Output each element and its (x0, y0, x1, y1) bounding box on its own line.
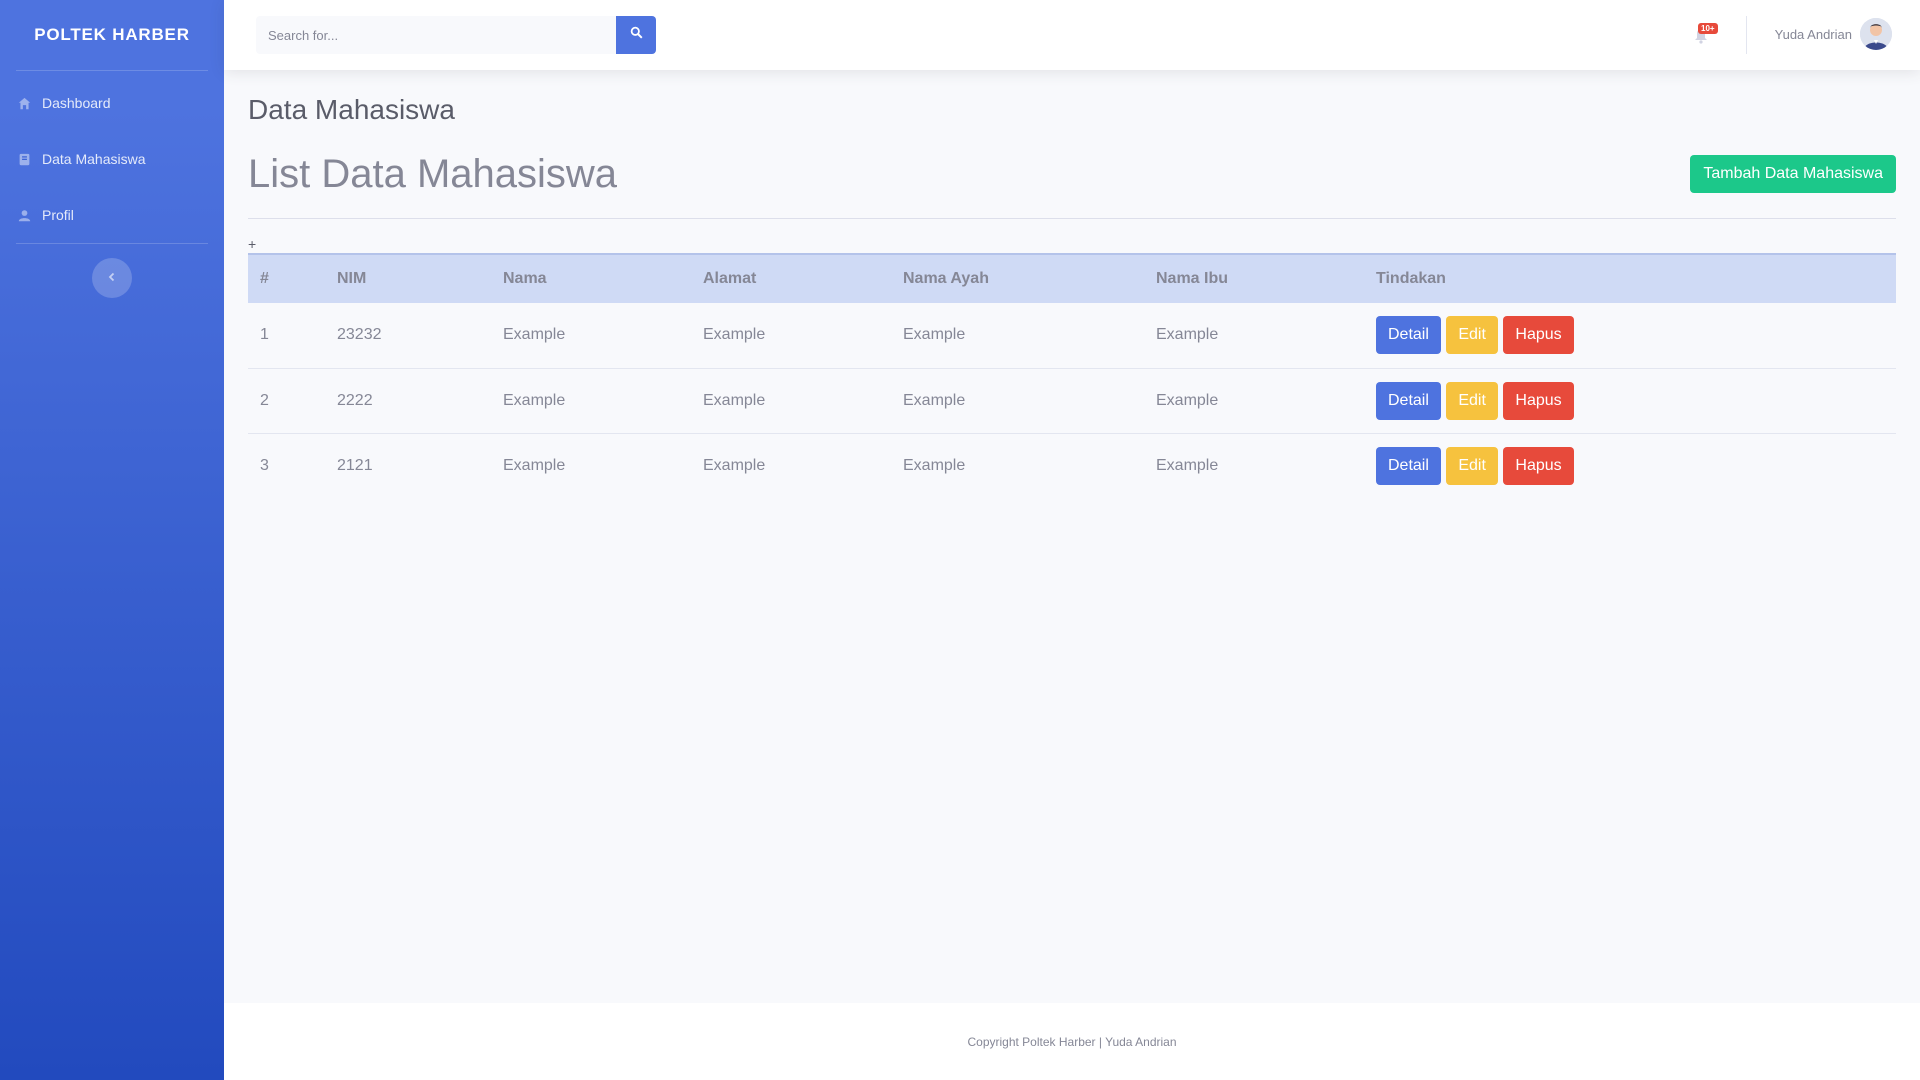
table-cell: Example (1144, 303, 1364, 369)
table-cell: 2 (248, 368, 325, 434)
search-icon (630, 26, 643, 44)
edit-button[interactable]: Edit (1446, 316, 1498, 355)
actions-cell: Detail Edit Hapus (1364, 303, 1896, 369)
user-name: Yuda Andrian (1774, 26, 1852, 42)
notification-badge: 10+ (1698, 23, 1718, 34)
topbar-divider (1746, 16, 1747, 54)
sidebar-item-profil[interactable]: Profil (0, 187, 224, 243)
actions-cell: Detail Edit Hapus (1364, 433, 1896, 498)
home-icon (18, 97, 31, 110)
table-cell: Example (903, 456, 966, 474)
edit-button[interactable]: Edit (1446, 446, 1498, 485)
sidebar: POLTEK HARBER Dashboard Data Mahasiswa P… (0, 0, 224, 1080)
add-mahasiswa-button[interactable]: Tambah Data Mahasiswa (1690, 155, 1896, 193)
sidebar-divider (16, 243, 208, 244)
sidebar-item-label: Profil (42, 207, 74, 223)
column-header: # (248, 253, 325, 303)
table-cell: 1 (248, 303, 325, 369)
sidebar-item-dashboard[interactable]: Dashboard (0, 75, 224, 131)
column-header: Nama Ayah (891, 253, 1144, 303)
avatar (1860, 18, 1892, 50)
list-title: List Data Mahasiswa (248, 151, 618, 196)
actions-cell: Detail Edit Hapus (1364, 368, 1896, 434)
plus-text: + (248, 236, 257, 252)
table-row: 1 23232 Example Example Example Example … (248, 303, 1896, 369)
table-cell: 2222 (325, 368, 491, 434)
table-cell: Example (491, 368, 691, 434)
table-row: 2 2222 Example Example Example Example D… (248, 368, 1896, 434)
brand-title[interactable]: POLTEK HARBER (0, 0, 224, 70)
table-cell: Example (503, 456, 566, 474)
column-header: Nama (491, 253, 691, 303)
table-cell: 23232 (325, 303, 491, 369)
search-form (256, 16, 656, 54)
page-title: Data Mahasiswa (248, 94, 455, 125)
search-input[interactable] (256, 16, 616, 54)
table-cell: 2121 (337, 456, 373, 474)
delete-button[interactable]: Hapus (1503, 446, 1574, 485)
book-icon (18, 153, 31, 166)
divider (248, 218, 1896, 219)
table-cell: Example (703, 456, 766, 474)
table-cell: Example (491, 303, 691, 369)
table-cell: Example (1144, 368, 1364, 434)
sidebar-toggle-button[interactable] (92, 258, 132, 298)
table-cell: Example (891, 368, 1144, 434)
column-header: Alamat (691, 253, 891, 303)
table-row: 3 2121 Example Example Example Example D… (248, 433, 1896, 498)
table-cell: Example (691, 368, 891, 434)
detail-button[interactable]: Detail (1376, 381, 1441, 420)
delete-button[interactable]: Hapus (1503, 316, 1574, 355)
search-button[interactable] (616, 16, 656, 54)
footer: Copyright Poltek Harber | Yuda Andrian (224, 1003, 1920, 1080)
table-cell: 3 (260, 456, 269, 474)
list-header: List Data Mahasiswa Tambah Data Mahasisw… (248, 148, 1896, 200)
chevron-left-icon (107, 269, 117, 287)
main-content: Data Mahasiswa List Data Mahasiswa Tamba… (248, 70, 1896, 498)
user-menu[interactable]: Yuda Andrian (1775, 18, 1892, 50)
column-header: Nama Ibu (1144, 253, 1364, 303)
sidebar-item-label: Dashboard (42, 95, 111, 111)
detail-button[interactable]: Detail (1376, 316, 1441, 355)
sidebar-divider (16, 70, 208, 71)
table-header-row: # NIM Nama Alamat Nama Ayah Nama Ibu Tin… (248, 253, 1896, 303)
column-header: Tindakan (1364, 253, 1896, 303)
sidebar-item-data-mahasiswa[interactable]: Data Mahasiswa (0, 131, 224, 187)
topbar: 10+ Yuda Andrian (224, 0, 1920, 70)
copyright-text: Copyright Poltek Harber | Yuda Andrian (967, 1034, 1177, 1049)
column-header: NIM (325, 253, 491, 303)
edit-button[interactable]: Edit (1446, 381, 1498, 420)
user-icon (18, 209, 31, 222)
table-cell: Example (691, 303, 891, 369)
mahasiswa-table: # NIM Nama Alamat Nama Ayah Nama Ibu Tin… (248, 253, 1896, 498)
table-cell: Example (1156, 456, 1219, 474)
detail-button[interactable]: Detail (1376, 446, 1441, 485)
sidebar-item-label: Data Mahasiswa (42, 151, 146, 167)
delete-button[interactable]: Hapus (1503, 381, 1574, 420)
table-cell: Example (891, 303, 1144, 369)
